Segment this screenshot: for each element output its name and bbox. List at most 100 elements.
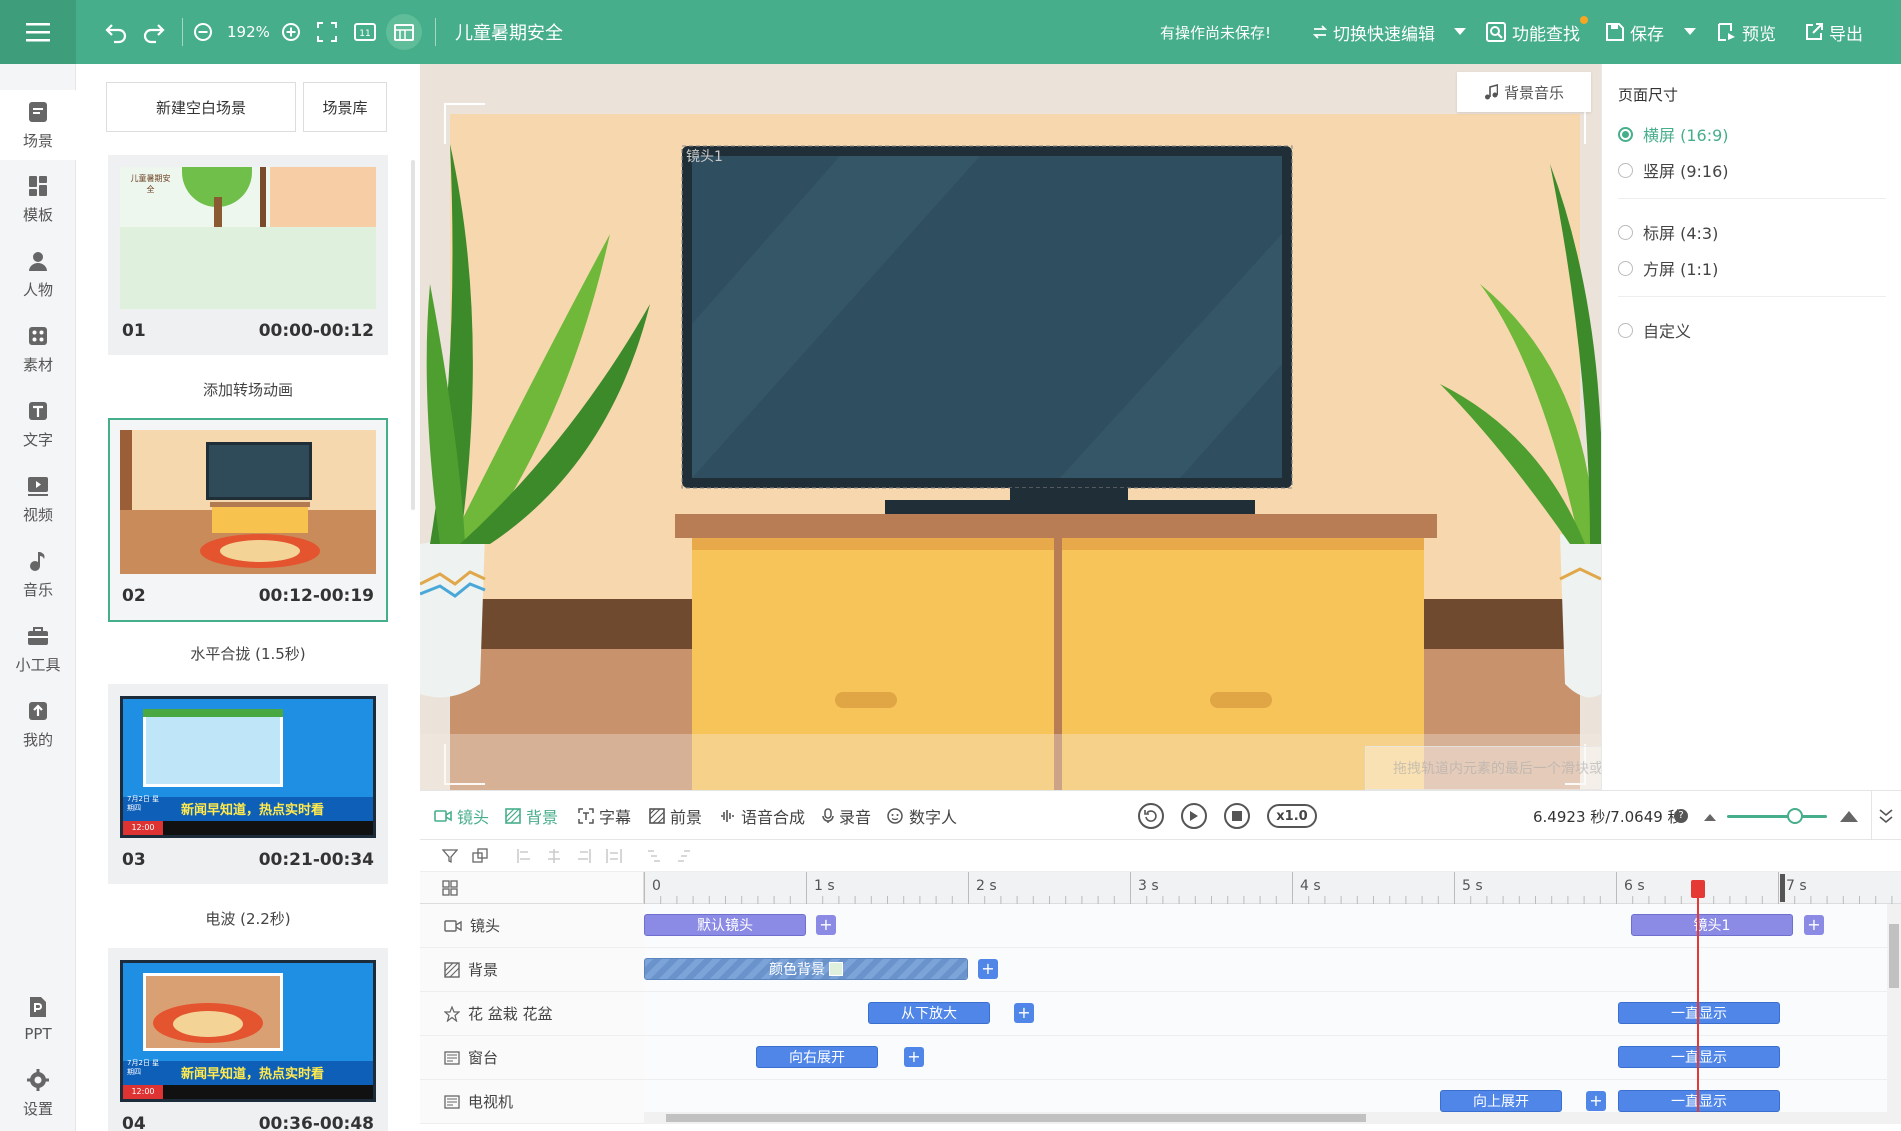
scene-canvas[interactable] <box>420 64 1601 790</box>
option-portrait[interactable]: 竖屏 (9:16) <box>1618 158 1729 182</box>
collapse-timeline-icon[interactable] <box>1879 808 1893 824</box>
option-standard[interactable]: 标屏 (4:3) <box>1618 220 1718 244</box>
scene-card[interactable]: 儿童暑期安全 01 00:00-00:12 <box>108 155 388 355</box>
nav-item-ppt[interactable]: PPT <box>0 984 76 1054</box>
transition-label[interactable]: 电波 (2.2秒) <box>108 908 388 929</box>
zoom-out-button[interactable] <box>193 0 213 64</box>
playhead-handle[interactable] <box>1691 880 1705 898</box>
zoom-in-button[interactable] <box>281 0 301 64</box>
vertical-scrollbar[interactable] <box>1887 904 1901 1112</box>
align-right-icon[interactable] <box>576 848 592 864</box>
nav-item-settings[interactable]: 设置 <box>0 1058 76 1128</box>
add-clip-button[interactable]: + <box>1586 1091 1606 1111</box>
scene-card-selected[interactable]: 02 00:12-00:19 <box>108 418 388 622</box>
track-row-plant[interactable]: 从下放大 + 一直显示 <box>644 992 1901 1036</box>
scene-library-button[interactable]: 场景库 <box>303 82 387 132</box>
nav-item-template[interactable]: 模板 <box>0 164 76 234</box>
preview-button[interactable]: 预览 <box>1718 0 1776 64</box>
tab-background[interactable]: 背景 <box>505 791 558 841</box>
add-clip-button[interactable]: + <box>1014 1003 1034 1023</box>
track-label-camera[interactable]: 镜头 <box>420 904 644 948</box>
radio[interactable] <box>1618 162 1633 178</box>
nav-item-music[interactable]: 音乐 <box>0 539 76 609</box>
radio[interactable] <box>1618 322 1633 338</box>
clip-default-camera[interactable]: 默认镜头 <box>644 914 806 936</box>
stagger-icon[interactable] <box>646 848 662 864</box>
nav-item-text[interactable]: 文字 <box>0 389 76 459</box>
track-label-tv[interactable]: 电视机 <box>420 1080 644 1124</box>
stagger-reverse-icon[interactable] <box>676 848 692 864</box>
playback-speed-button[interactable]: x1.0 <box>1267 804 1317 828</box>
grid-toggle-button[interactable] <box>386 14 422 50</box>
switch-edit-dropdown[interactable] <box>1454 0 1466 64</box>
clip-color-background[interactable]: 颜色背景 <box>644 958 968 980</box>
nav-item-video[interactable]: 视频 <box>0 464 76 534</box>
timeline-zoom-slider-handle[interactable] <box>1787 808 1803 824</box>
play-button[interactable] <box>1181 803 1207 829</box>
clip-enter-animation[interactable]: 向右展开 <box>756 1046 878 1068</box>
export-button[interactable]: 导出 <box>1805 0 1863 64</box>
track-row-windowsill[interactable]: 向右展开 + 一直显示 <box>644 1036 1901 1080</box>
canvas-area[interactable]: 镜头1 背景音乐 拖拽轨道内元素的最后一个滑块或刻度尺末端滑块可增加或减少总时间 <box>420 64 1601 790</box>
distribute-icon[interactable] <box>606 848 622 864</box>
new-blank-scene-button[interactable]: 新建空白场景 <box>106 82 296 132</box>
zoom-in-timeline-icon[interactable] <box>1839 809 1859 823</box>
align-center-icon[interactable] <box>546 848 562 864</box>
add-clip-button[interactable]: + <box>1804 915 1824 935</box>
add-clip-button[interactable]: + <box>978 959 998 979</box>
switch-quick-edit-button[interactable]: 切换快速编辑 <box>1313 0 1435 64</box>
nav-item-mine[interactable]: 我的 <box>0 689 76 759</box>
clip-camera-1[interactable]: 镜头1 <box>1631 914 1793 936</box>
option-landscape[interactable]: 横屏 (16:9) <box>1618 122 1729 146</box>
transition-label[interactable]: 水平合拢 (1.5秒) <box>108 643 388 664</box>
transition-label[interactable]: 添加转场动画 <box>108 379 388 400</box>
tab-speech-synthesis[interactable]: 语音合成 <box>720 791 805 841</box>
ruler-end-handle[interactable] <box>1780 874 1785 902</box>
track-label-plant[interactable]: 花 盆栽 花盆 <box>420 992 644 1036</box>
add-clip-button[interactable]: + <box>904 1047 924 1067</box>
nav-item-scene[interactable]: 场景 <box>0 90 76 160</box>
help-icon[interactable]: ? <box>1674 809 1688 823</box>
nav-item-person[interactable]: 人物 <box>0 239 76 309</box>
timeline-ruler[interactable]: 0 1 s 2 s 3 s 4 s 5 s 6 s 7 s <box>644 872 1901 904</box>
tab-recording[interactable]: 录音 <box>822 791 871 841</box>
filter-icon[interactable] <box>442 848 458 864</box>
camera-frame-label[interactable]: 镜头1 <box>686 146 723 166</box>
vertical-scroll-thumb[interactable] <box>1889 924 1899 988</box>
save-button[interactable]: 保存 <box>1606 0 1664 64</box>
option-square[interactable]: 方屏 (1:1) <box>1618 256 1718 280</box>
track-label-windowsill[interactable]: 窗台 <box>420 1036 644 1080</box>
group-icon[interactable] <box>472 848 488 864</box>
radio[interactable] <box>1618 260 1633 276</box>
horizontal-scroll-thumb[interactable] <box>666 1114 1366 1122</box>
add-clip-button[interactable]: + <box>816 915 836 935</box>
fit-screen-button[interactable] <box>317 0 337 64</box>
tab-foreground[interactable]: 前景 <box>649 791 702 841</box>
replay-button[interactable] <box>1138 803 1164 829</box>
align-left-icon[interactable] <box>516 848 532 864</box>
scene-card[interactable]: 7月2日 星期四 新闻早知道，热点实时看 12:00 04 00:36-00:4… <box>108 948 388 1131</box>
horizontal-scrollbar[interactable] <box>644 1112 1901 1124</box>
radio[interactable] <box>1618 224 1633 240</box>
nav-item-material[interactable]: 素材 <box>0 314 76 384</box>
clip-enter-animation[interactable]: 从下放大 <box>868 1002 990 1024</box>
track-row-background[interactable]: 颜色背景 + <box>644 948 1901 992</box>
scene-panel-scrollbar[interactable] <box>411 160 415 510</box>
undo-button[interactable] <box>104 0 128 64</box>
nav-item-toolbox[interactable]: 小工具 <box>0 614 76 684</box>
timeline-zoom-slider[interactable] <box>1727 815 1827 818</box>
tab-digital-human[interactable]: 数字人 <box>886 791 957 841</box>
tab-camera[interactable]: 镜头 <box>434 791 489 841</box>
track-label-background[interactable]: 背景 <box>420 948 644 992</box>
option-custom[interactable]: 自定义 <box>1618 318 1691 342</box>
scene-card[interactable]: 7月2日 星期四 新闻早知道，热点实时看 12:00 03 00:21-00:3… <box>108 684 388 884</box>
menu-button[interactable] <box>0 0 76 64</box>
project-title[interactable]: 儿童暑期安全 <box>455 0 563 64</box>
background-music-button[interactable]: 背景音乐 <box>1457 72 1591 112</box>
zoom-out-timeline-icon[interactable] <box>1702 811 1718 823</box>
feature-search-button[interactable]: 功能查找 <box>1486 0 1580 64</box>
clip-always-show[interactable]: 一直显示 <box>1618 1090 1780 1112</box>
track-row-camera[interactable]: 默认镜头 + 镜头1 + <box>644 904 1901 948</box>
clip-always-show[interactable]: 一直显示 <box>1618 1002 1780 1024</box>
clip-enter-animation[interactable]: 向上展开 <box>1440 1090 1562 1112</box>
